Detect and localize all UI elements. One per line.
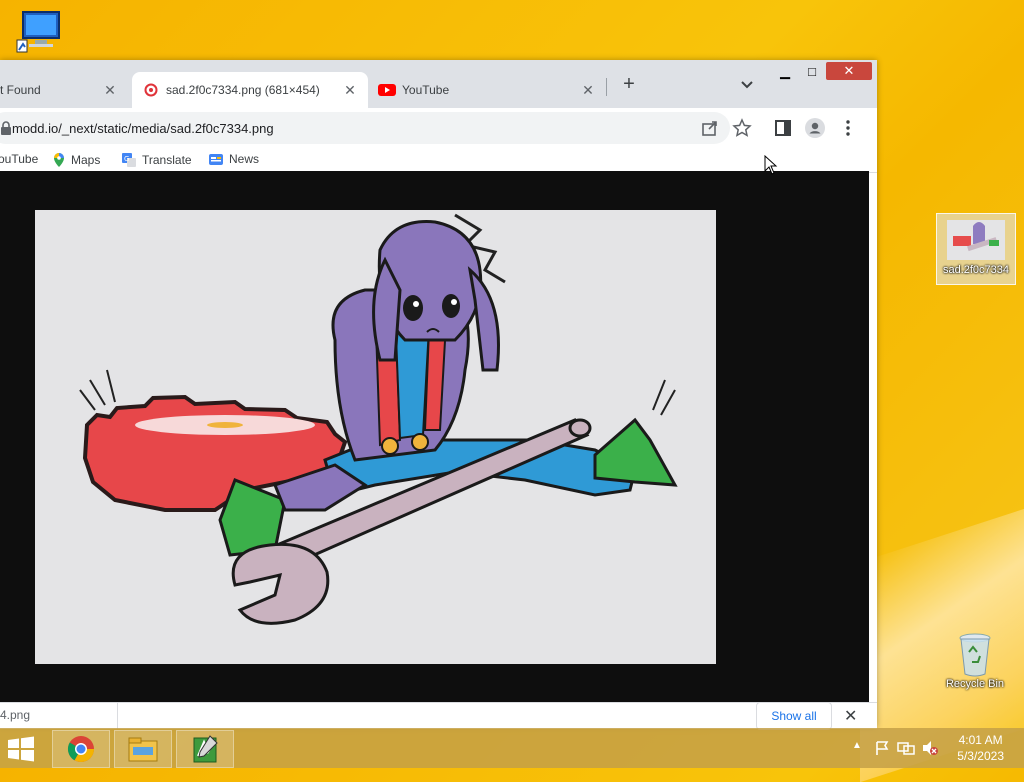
tab-divider [606,78,607,96]
menu-kebab-icon[interactable] [838,118,858,138]
tab-title: sad.2f0c7334.png (681×454) [166,83,320,97]
editor-app-icon [193,735,218,763]
start-button[interactable] [6,736,36,767]
system-clock[interactable]: 4:01 AM 5/3/2023 [957,732,1004,764]
clock-time: 4:01 AM [958,733,1003,747]
tab-sad-image[interactable]: sad.2f0c7334.png (681×454) ✕ [132,72,368,108]
close-download-shelf-icon[interactable]: ✕ [844,706,857,726]
close-icon[interactable]: ✕ [102,82,118,98]
show-all-downloads-button[interactable]: Show all [756,702,832,730]
desktop-icon-label: Recycle Bin [945,678,1005,690]
taskbar-chrome-button[interactable] [52,730,110,768]
bookmark-translate[interactable]: G Translate [121,152,192,168]
youtube-icon [378,84,396,96]
bookmark-news[interactable]: News [208,152,259,166]
tab-not-found[interactable]: t Found ✕ [0,72,130,108]
site-favicon-icon [144,83,158,97]
download-item-filename[interactable]: 4.png [0,708,30,722]
desktop-icon-computer[interactable] [14,10,64,54]
url-text: modd.io/_next/static/media/sad.2f0c7334.… [12,121,274,136]
desktop-icon-recycle-bin[interactable]: Recycle Bin [942,630,1008,690]
network-icon[interactable] [897,740,915,756]
tab-youtube[interactable]: YouTube ✕ [372,72,606,108]
side-panel-icon[interactable] [773,118,793,138]
taskbar-file-explorer-button[interactable] [114,730,172,768]
chrome-icon [67,736,95,763]
svg-text:G: G [124,155,129,163]
download-shelf: 4.png Show all ✕ [0,702,877,730]
minimize-button[interactable]: ▁ [771,64,799,84]
file-explorer-icon [128,737,158,762]
news-icon [209,154,223,165]
bookmark-maps[interactable]: Maps [52,152,100,168]
image-thumbnail-icon [947,220,1005,260]
maximize-button[interactable]: □ [798,64,826,84]
new-tab-button[interactable]: + [618,74,640,96]
desktop-icon-label: sad.2f0c7334 [942,264,1010,276]
bookmark-youtube[interactable]: ouTube [0,152,38,166]
computer-icon [16,11,60,53]
bookmark-label: ouTube [0,152,39,166]
clock-date: 5/3/2023 [957,749,1004,763]
close-icon[interactable]: ✕ [580,82,596,98]
displayed-image [35,210,716,664]
lock-icon[interactable] [0,121,12,135]
desktop-icon-sad-image[interactable]: sad.2f0c7334 [936,213,1016,285]
windows-logo-icon [8,736,34,762]
address-bar[interactable]: modd.io/_next/static/media/sad.2f0c7334.… [0,112,752,144]
close-icon[interactable]: ✕ [342,82,358,98]
taskbar: ▲ 4:01 AM 5/3/2023 [0,728,1024,768]
tab-title: YouTube [402,83,450,97]
bookmark-label: News [229,152,260,166]
mouse-cursor-icon [764,155,778,175]
share-icon[interactable] [700,118,720,138]
tab-title: t Found [0,83,41,97]
maps-icon [54,153,64,167]
close-window-button[interactable]: ✕ [826,62,872,80]
sad-character-illustration [79,213,678,625]
profile-avatar-icon[interactable] [805,118,825,138]
bookmark-label: Maps [71,153,101,167]
taskbar-app-button[interactable] [176,730,234,768]
bookmark-label: Translate [142,153,192,167]
recycle-bin-icon [959,633,991,677]
tab-search-chevron-icon[interactable] [738,76,756,94]
action-center-flag-icon[interactable] [874,740,890,756]
translate-icon: G [122,153,136,167]
image-viewport [0,171,869,702]
show-hidden-icons-icon[interactable]: ▲ [852,740,862,751]
download-divider [117,703,118,729]
bookmarks-bar: ouTube Maps G Translate News [0,148,877,173]
browser-window: t Found ✕ sad.2f0c7334.png (681×454) ✕ Y… [0,60,877,730]
tab-strip: t Found ✕ sad.2f0c7334.png (681×454) ✕ Y… [0,60,877,108]
toolbar: modd.io/_next/static/media/sad.2f0c7334.… [0,108,877,148]
volume-muted-icon[interactable] [921,740,939,756]
bookmark-star-icon[interactable] [732,118,752,138]
